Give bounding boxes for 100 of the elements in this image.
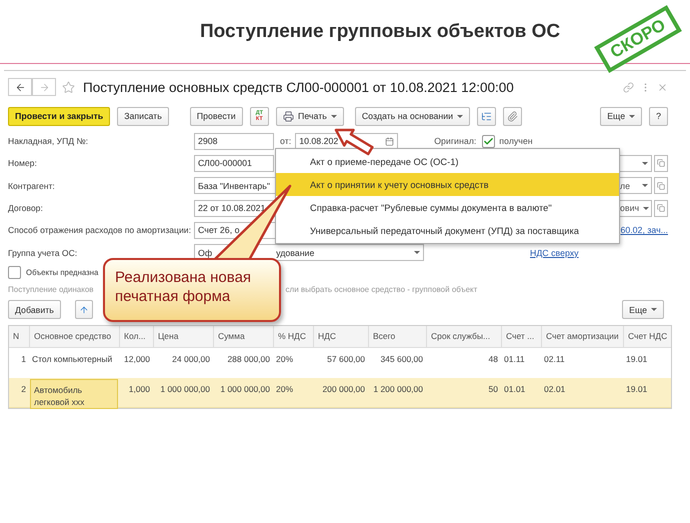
menu-item[interactable]: Акт о принятии к учету основных средств	[276, 173, 619, 196]
open-icon	[657, 204, 665, 212]
caret-icon	[642, 162, 648, 165]
table-cell-text: 1 200 000,00	[372, 382, 424, 396]
checkbox-label: получен	[499, 136, 533, 146]
field-label: Группа учета ОС:	[8, 248, 78, 258]
caret-icon	[651, 308, 657, 312]
select-field[interactable]	[619, 154, 652, 172]
field-label: Накладная, УПД №:	[8, 136, 90, 146]
table-cell-text: 1 000 000,00	[219, 382, 271, 396]
table-cell-text: 19.01	[625, 382, 648, 396]
post-and-close-button[interactable]: Провести и закрыть	[8, 106, 110, 126]
hint-text: Поступление одинаков	[8, 285, 94, 294]
table-cell-text: 02.11	[543, 352, 566, 366]
menu-item[interactable]: Справка-расчет "Рублевые суммы документа в валюте"	[276, 196, 619, 219]
column-header[interactable]: Цена	[153, 326, 213, 347]
table-cell-text: 57 600,00	[326, 352, 366, 366]
checkbox[interactable]	[482, 134, 496, 148]
open-button[interactable]	[654, 154, 668, 172]
table-cell-text: 48	[488, 352, 499, 366]
print-button[interactable]: Печать	[276, 106, 344, 126]
field-label: от:	[280, 136, 292, 146]
table-cell-text: 200 000,00	[321, 382, 366, 396]
table-cell-text: 50	[488, 382, 499, 396]
table-row[interactable]: 2 Автомобиль легковой xxx 1,000 1 000 000,00 1 000 000,00 20% 200 000,00 1 200 000,00 50 01.01 02.01 19.01	[9, 378, 671, 408]
link-icon	[623, 82, 634, 92]
star-icon	[62, 80, 75, 94]
attach-button[interactable]	[503, 106, 522, 126]
table-cell-text: 01.11	[503, 352, 526, 366]
back-button[interactable]	[8, 78, 32, 96]
callout: Реализована новая печатная форма	[103, 258, 281, 322]
caret-icon	[330, 114, 337, 118]
add-button[interactable]: Добавить	[8, 300, 61, 320]
window-title: Поступление основных средств СЛ00-000001 от 10.08.2021 12:00:00	[83, 80, 514, 94]
caret-icon	[414, 251, 420, 254]
forward-icon	[38, 82, 50, 92]
slide-title: Поступление групповых объектов ОС	[200, 20, 560, 42]
table-cell-text: 24 000,00	[171, 352, 211, 366]
printer-icon	[283, 110, 294, 122]
column-header[interactable]: НДС	[313, 326, 368, 347]
hint-text: сли выбрать основное средство - групповой объект	[286, 285, 478, 294]
table-cell-text: 1,000	[128, 382, 151, 396]
caret-icon	[643, 206, 650, 210]
select-field[interactable]: ович	[619, 200, 652, 217]
checkbox[interactable]	[8, 266, 21, 280]
table-cell-text: 1 000 000,00	[159, 382, 211, 396]
menu-item[interactable]: Универсальный передаточный документ (УПД) за поставщика	[276, 219, 619, 242]
structure-button[interactable]	[477, 106, 496, 126]
table-cell-text: 20%	[275, 382, 294, 396]
table-cell-text: 2	[20, 382, 27, 396]
column-header[interactable]: Счет ...	[501, 326, 541, 347]
table-cell-text: 19.01	[625, 352, 648, 366]
select-field[interactable]: ле	[619, 177, 652, 194]
invoice-number-field[interactable]: 2908	[194, 132, 274, 150]
back-icon	[14, 82, 26, 92]
table-cell-text: 1	[20, 352, 27, 366]
field-label: Оригинал:	[434, 136, 476, 146]
move-up-button[interactable]	[74, 300, 93, 320]
vat-account-link[interactable]: 60.02, зач...	[620, 225, 668, 236]
caret-icon	[629, 114, 636, 118]
table-cell-text: Стол компьютерный	[31, 352, 114, 366]
help-button[interactable]: ?	[649, 106, 668, 126]
column-header[interactable]: Всего	[368, 326, 426, 347]
create-based-on-button[interactable]: Создать на основании	[354, 106, 470, 126]
open-button[interactable]	[654, 177, 668, 194]
table-cell-text: 12,000	[123, 352, 151, 366]
field-label: Договор:	[8, 203, 44, 214]
caret-icon	[457, 114, 464, 118]
column-header[interactable]: % НДС	[273, 326, 313, 347]
tree-icon	[481, 110, 492, 122]
toolbar-button[interactable]: Записать	[117, 106, 169, 126]
field-label: Контрагент:	[8, 180, 56, 191]
close-icon	[657, 82, 668, 92]
column-header[interactable]: Кол...	[119, 326, 153, 347]
table-cell-text: 345 600,00	[379, 352, 424, 366]
table-cell-text: 02.01	[543, 382, 566, 396]
column-header[interactable]: Счет НДС	[623, 326, 673, 347]
field-label: Номер:	[8, 158, 38, 168]
table-cell-text: 288 000,00	[226, 352, 271, 366]
paperclip-icon	[507, 110, 518, 122]
menu-item[interactable]: Акт о приеме-передаче ОС (ОС-1)	[276, 150, 619, 173]
open-icon	[657, 159, 665, 168]
calendar-icon	[385, 136, 394, 146]
number-field[interactable]: СЛ00-000001	[194, 154, 274, 172]
more-button[interactable]: Еще	[600, 106, 642, 126]
field-label: Способ отражения расходов по амортизации:	[8, 225, 192, 236]
table-cell-text: 01.01	[503, 382, 526, 396]
more-button[interactable]: Еще	[622, 300, 664, 320]
column-header[interactable]: Основное средство	[29, 326, 119, 347]
table-cell: Автомобиль легковой xxx	[30, 378, 118, 409]
toolbar-button[interactable]: Провести	[190, 106, 243, 126]
caret-icon	[642, 184, 648, 188]
column-header[interactable]: N	[9, 326, 29, 347]
vat-on-top-link[interactable]: НДС сверху	[530, 248, 579, 258]
open-button[interactable]	[654, 200, 668, 217]
up-arrow-icon	[78, 304, 89, 315]
column-header[interactable]: Счет амортизации	[541, 326, 623, 347]
table-cell-text: 20%	[275, 352, 294, 366]
column-header[interactable]: Срок службы...	[426, 326, 501, 347]
column-header[interactable]: Сумма	[213, 326, 273, 347]
